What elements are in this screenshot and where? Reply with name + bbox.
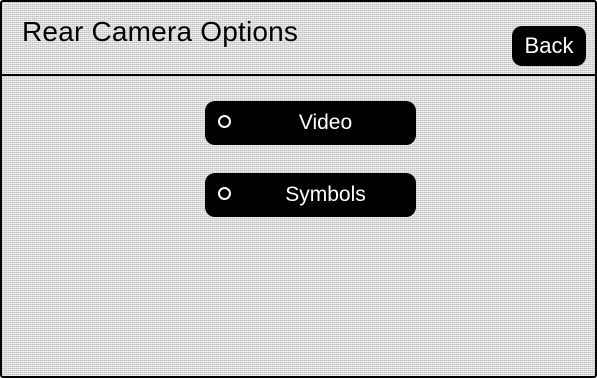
symbols-option-button[interactable]: Symbols (205, 173, 416, 217)
radio-unselected-icon (218, 187, 231, 200)
video-option-label: Video (298, 111, 353, 134)
symbols-option-label: Symbols (285, 183, 366, 206)
title-bar: Rear Camera Options Back (2, 2, 595, 76)
rear-camera-options-screen: Rear Camera Options Back Video Symbols (0, 0, 597, 378)
back-button[interactable]: Back (512, 26, 586, 66)
page-title: Rear Camera Options (22, 16, 299, 47)
radio-unselected-icon (218, 115, 231, 128)
video-option-button[interactable]: Video (205, 101, 416, 145)
